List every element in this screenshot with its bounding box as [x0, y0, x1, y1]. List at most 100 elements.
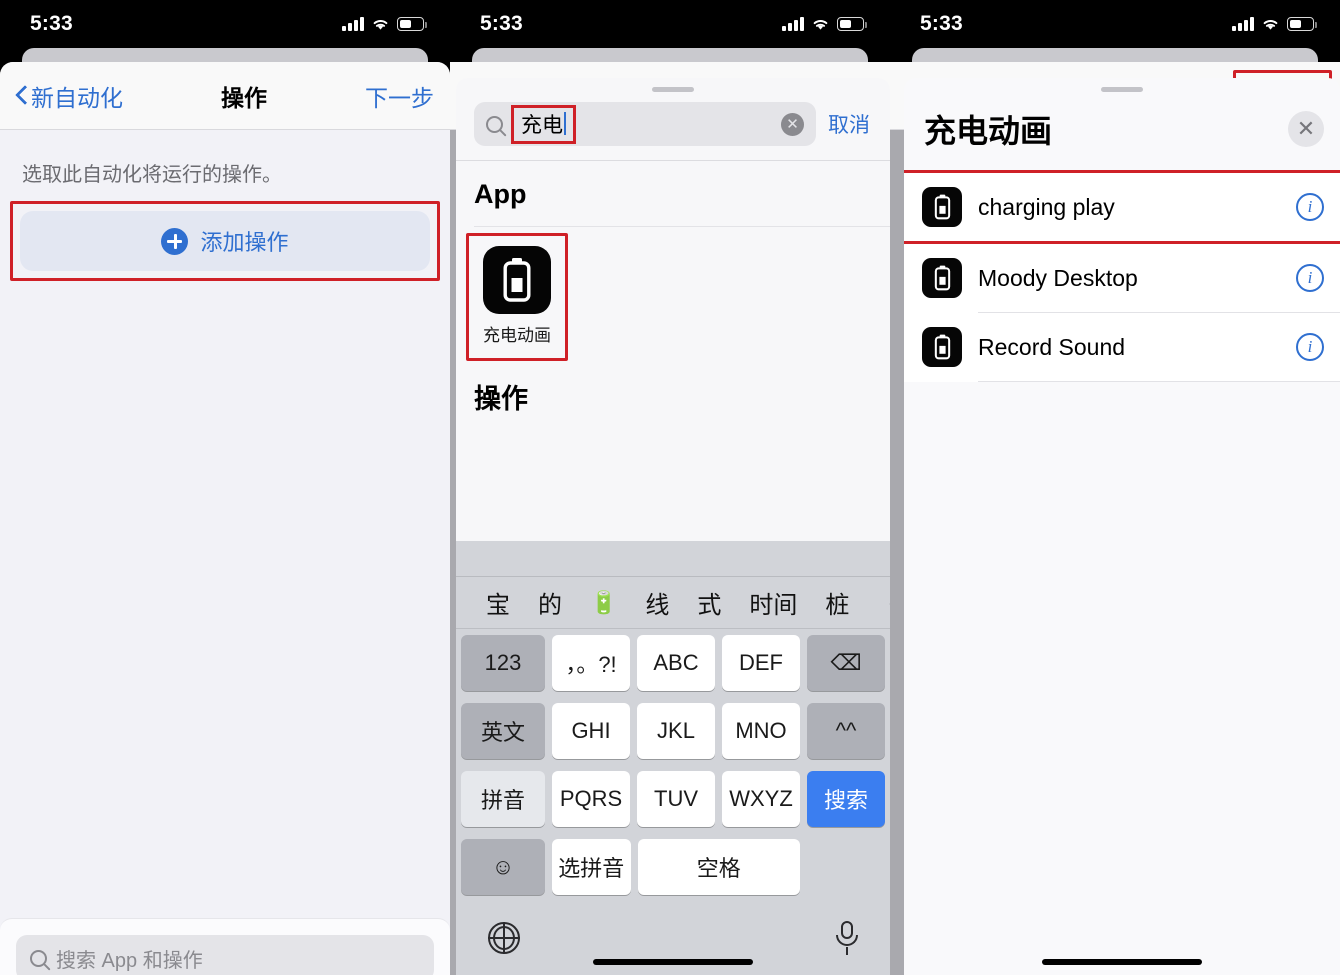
instruction-text: 选取此自动化将运行的操作。 — [22, 164, 282, 186]
key-ghi[interactable]: GHI — [552, 703, 630, 759]
globe-icon[interactable] — [488, 922, 520, 954]
info-icon[interactable]: i — [1296, 193, 1324, 221]
battery-app-icon — [922, 327, 962, 367]
cellular-bars-icon — [782, 17, 804, 31]
app-result-label: 充电动画 — [483, 326, 551, 345]
key-shift[interactable]: ^^ — [807, 703, 885, 759]
key-select-pinyin[interactable]: 选拼音 — [552, 839, 631, 895]
cancel-button[interactable]: 取消 — [828, 109, 876, 139]
modal-title: 充电动画 — [924, 113, 1053, 149]
search-input[interactable]: 搜索 App 和操作 — [16, 935, 434, 975]
nav-bar-1: 新自动化 操作 下一步 — [0, 62, 450, 130]
app-result-highlight: 充电动画 — [466, 233, 568, 361]
key-english[interactable]: 英文 — [461, 703, 545, 759]
candidate-item[interactable]: 式 — [683, 585, 735, 620]
candidate-item[interactable]: 宝 — [472, 585, 524, 620]
status-bar-1: 5:33 — [0, 0, 450, 48]
search-icon — [486, 115, 503, 133]
candidate-item[interactable]: 桩 — [811, 585, 863, 620]
list-item-label: charging play — [978, 193, 1115, 220]
app-actions-modal: 充电动画 ✕ charging play i Moody Desktop i R… — [904, 78, 1340, 975]
section-header-actions: 操作 — [474, 384, 528, 414]
key-mno[interactable]: MNO — [722, 703, 800, 759]
phone-screen-1: 5:33 新自动化 操作 下一步 选取此自动化将运行的操作。 添加操作 搜索 A… — [0, 0, 450, 975]
section-divider — [474, 226, 890, 227]
sheet-1: 新自动化 操作 下一步 选取此自动化将运行的操作。 添加操作 搜索 App 和操… — [0, 62, 450, 975]
candidate-item[interactable]: 的 — [524, 585, 576, 620]
info-icon[interactable]: i — [1296, 333, 1324, 361]
battery-icon — [1287, 17, 1317, 31]
candidate-item[interactable]: 🔋 — [576, 590, 631, 616]
row-divider — [978, 381, 1340, 382]
close-icon[interactable]: ✕ — [1288, 111, 1324, 147]
search-query-highlight: 充电 — [511, 104, 576, 144]
keyboard-row-3: 拼音 PQRS TUV WXYZ 搜索 — [456, 765, 890, 833]
wifi-icon — [811, 17, 830, 31]
battery-app-icon — [922, 187, 962, 227]
chevron-left-icon — [16, 86, 27, 105]
action-list: charging play i Moody Desktop i Record S… — [904, 170, 1340, 382]
section-header-app: App — [474, 179, 527, 209]
search-card: 搜索 App 和操作 — [0, 918, 450, 975]
keyboard-row-1: 123 ，。?! ABC DEF ⌫ — [456, 629, 890, 697]
candidate-bar: 宝 的 🔋 线 式 时间 桩 是 — [456, 577, 890, 629]
keyboard-row-4: ☺ 选拼音 空格 — [456, 833, 890, 901]
add-action-button[interactable]: 添加操作 — [20, 211, 430, 271]
back-button-1[interactable]: 新自动化 — [16, 79, 123, 113]
search-placeholder: 搜索 App 和操作 — [56, 949, 203, 972]
clear-search-button[interactable]: ✕ — [781, 112, 804, 136]
key-abc[interactable]: ABC — [637, 635, 715, 691]
status-bar-2: 5:33 — [450, 0, 890, 48]
candidate-item[interactable]: 线 — [631, 585, 683, 620]
add-action-highlight: 添加操作 — [10, 201, 440, 281]
list-item[interactable]: Moody Desktop i — [904, 244, 1340, 312]
list-item-label: Moody Desktop — [978, 264, 1138, 291]
key-emoji[interactable]: ☺ — [461, 839, 545, 895]
info-icon[interactable]: i — [1296, 264, 1324, 292]
key-search[interactable]: 搜索 — [807, 771, 885, 827]
page-title-1: 操作 — [221, 84, 267, 111]
status-indicators-2 — [782, 17, 867, 31]
status-time: 5:33 — [30, 12, 73, 35]
key-def[interactable]: DEF — [722, 635, 800, 691]
search-field[interactable]: 充电 ✕ — [474, 102, 816, 146]
search-icon — [30, 949, 47, 967]
wifi-icon — [371, 17, 390, 31]
keyboard-row-2: 英文 GHI JKL MNO ^^ — [456, 697, 890, 765]
add-action-label: 添加操作 — [200, 230, 289, 255]
battery-icon — [397, 17, 427, 31]
bottom-toolbar-1: 搜索 App 和操作 ↺ ↻ — [0, 918, 450, 975]
status-indicators — [342, 17, 427, 31]
status-time-3: 5:33 — [920, 12, 963, 35]
battery-app-icon[interactable] — [483, 246, 551, 314]
key-space[interactable]: 空格 — [637, 839, 800, 895]
key-punctuation[interactable]: ，。?! — [552, 635, 630, 691]
list-item-label: Record Sound — [978, 333, 1126, 360]
list-item[interactable]: Record Sound i — [904, 313, 1340, 381]
key-backspace[interactable]: ⌫ — [807, 635, 885, 691]
status-bar-3: 5:33 — [890, 0, 1340, 48]
sheet-3: 新自动化 操作 下一步 充电动画 ✕ — [890, 62, 1340, 975]
back-label: 新自动化 — [31, 84, 123, 111]
wifi-icon — [1261, 17, 1280, 31]
key-123[interactable]: 123 — [461, 635, 545, 691]
panel1-body: 选取此自动化将运行的操作。 添加操作 搜索 App 和操作 — [0, 130, 450, 975]
candidate-item[interactable]: 时间 — [735, 585, 811, 620]
key-jkl[interactable]: JKL — [637, 703, 715, 759]
cellular-bars-icon — [342, 17, 364, 31]
sheet-2: 新自动化 操作 下一步 充电 ✕ 取消 — [450, 62, 890, 975]
list-item[interactable]: charging play i — [904, 170, 1340, 244]
key-tuv[interactable]: TUV — [637, 771, 715, 827]
phone-screen-2: 5:33 新自动化 操作 下一步 — [450, 0, 890, 975]
key-pinyin[interactable]: 拼音 — [461, 771, 545, 827]
key-wxyz[interactable]: WXYZ — [722, 771, 800, 827]
battery-app-icon — [922, 258, 962, 298]
key-pqrs[interactable]: PQRS — [552, 771, 630, 827]
three-phone-screenshots: 5:33 新自动化 操作 下一步 选取此自动化将运行的操作。 添加操作 搜索 A… — [0, 0, 1340, 975]
keyboard: 宝 的 🔋 线 式 时间 桩 是 123 ，。?! ABC — [456, 541, 890, 975]
microphone-icon[interactable] — [836, 921, 858, 955]
candidate-item[interactable]: 是 — [863, 585, 877, 620]
text-cursor — [564, 112, 566, 135]
search-query-text: 充电 — [521, 113, 563, 137]
next-button-1[interactable]: 下一步 — [365, 79, 434, 113]
